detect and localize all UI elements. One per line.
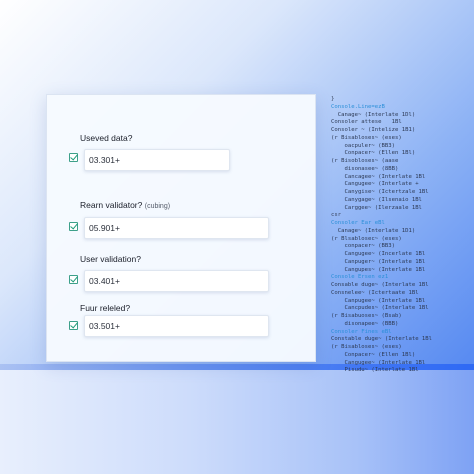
code-line: Canage~ (Interlate 1D1) bbox=[331, 227, 416, 234]
row-4-label: Fuur releled? bbox=[80, 303, 131, 313]
code-line: Pisudu~ (Interlate 1Bl bbox=[331, 367, 419, 374]
code-line: Carggee~ (Ilerzaale 1Bl bbox=[331, 204, 422, 211]
code-line: Conpacer~ (Ellen 1Bl) bbox=[331, 150, 416, 157]
code-line: Cancagee~ (Interlate 1Bl bbox=[331, 173, 426, 180]
code-line: disonapee~ (BBB) bbox=[331, 320, 399, 327]
code-line: Cangupes~ (Interlate 1Bl bbox=[331, 266, 426, 273]
code-line: Consoler attese 1Bl bbox=[331, 119, 402, 126]
code-line: Canpuger~ (Interlate 1Bl bbox=[331, 258, 426, 265]
code-line: (r Blsablosec~ (eses) bbox=[331, 235, 402, 242]
code-line: Cangugee~ (Incerlate 1Bl bbox=[331, 251, 426, 257]
code-line: Consoler ~ (Intelize 1B1) bbox=[331, 127, 416, 133]
code-listing: } Console.Line=ezB Canage~ (Interlate 1Dl… bbox=[331, 96, 471, 375]
code-line: conpacer~ (BB3) bbox=[331, 243, 395, 250]
row-2-label: Rearn validator? (cubing) bbox=[80, 200, 171, 210]
row-3-label: User validation? bbox=[80, 254, 141, 264]
row-2-value-field[interactable]: 05.901+ bbox=[84, 217, 269, 239]
row-4-checkbox[interactable] bbox=[69, 321, 78, 330]
code-line: Canygage~ (Ilsenaio 1Bl bbox=[331, 196, 422, 203]
code-line: Console Ersen ez1 bbox=[331, 274, 389, 281]
row-1-value-field[interactable]: 03.301+ bbox=[84, 149, 230, 171]
code-line: Cangugee~ (Interlate 1Bl bbox=[331, 359, 426, 366]
code-line: Consoler Ear eBl bbox=[331, 220, 385, 226]
row-2-checkbox[interactable] bbox=[69, 222, 78, 231]
row-1-label: Useved data? bbox=[80, 133, 133, 143]
row-1-checkbox[interactable] bbox=[69, 153, 78, 162]
row-3-value-field[interactable]: 03.401+ bbox=[84, 270, 269, 292]
code-line: (r Bisabloses~ (eses) bbox=[331, 134, 402, 141]
code-line: Constable duge~ (Interlate 1Bl bbox=[331, 336, 433, 343]
code-line: Conpacer~ (Ellen 1Bl) bbox=[331, 351, 416, 358]
code-line: Canpugee~ (Interlate 1Bl bbox=[331, 297, 426, 304]
code-line: Canygise~ (Ictertzale 1Bl bbox=[331, 189, 429, 195]
code-line: Cancpudes~ (Interlate 1Bl bbox=[331, 305, 429, 312]
validation-form-panel: Useved data? 03.301+ Rearn validator? (c… bbox=[46, 94, 316, 362]
code-line: Console.Line=ezB bbox=[331, 103, 385, 110]
code-line: (r Bisabloses~ (eses) bbox=[331, 344, 402, 350]
code-line: Canage~ (Interlate 1Dl) bbox=[331, 111, 416, 118]
background-glow bbox=[0, 370, 474, 474]
row-4-value-field[interactable]: 03.501+ bbox=[84, 315, 269, 337]
code-line: (r Bisabuoses~ (Bsab) bbox=[331, 313, 402, 319]
row-3-checkbox[interactable] bbox=[69, 275, 78, 284]
code-line: Consoler Fines eBl bbox=[331, 328, 392, 335]
code-line: csr bbox=[331, 212, 342, 219]
code-line: Consnelee~ (Ictertaate 1Bl bbox=[331, 289, 419, 296]
code-line: Cangugee~ (Interlate + bbox=[331, 181, 419, 188]
code-line: Consable duge~ (Interlate 1Bl bbox=[331, 282, 429, 288]
code-line: disonasee~ (8BB) bbox=[331, 165, 399, 172]
code-line: } bbox=[331, 96, 335, 102]
code-line: (r Bisobloses~ (aase bbox=[331, 158, 399, 164]
code-line: oacpuler~ (BB3) bbox=[331, 142, 395, 149]
